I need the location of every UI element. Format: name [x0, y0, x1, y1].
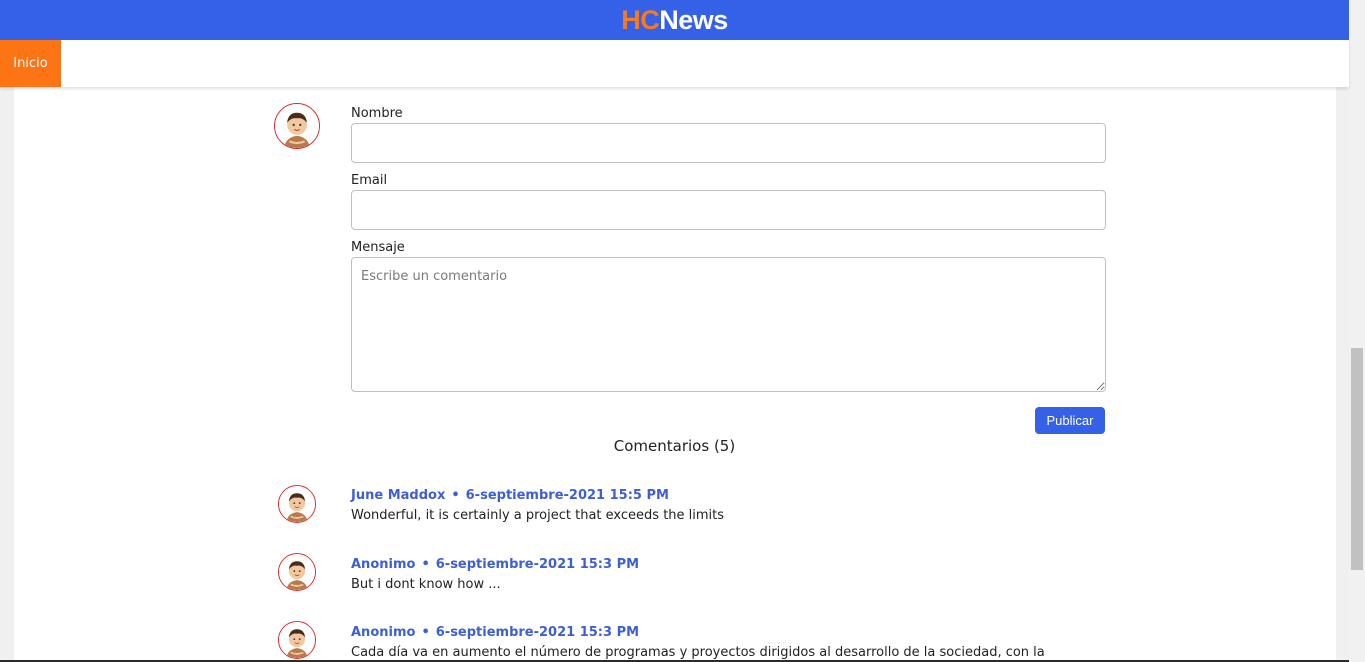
name-input[interactable] [351, 123, 1106, 163]
comment-meta: June Maddox • 6-septiembre-2021 15:5 PM [351, 488, 669, 503]
comments-title: Comentarios (5) [613, 437, 736, 455]
comment-text: Cada día va en aumento el número de prog… [351, 645, 1045, 660]
comment-meta: Anonimo • 6-septiembre-2021 15:3 PM [351, 557, 639, 572]
user-avatar-icon [278, 485, 316, 523]
separator-dot: • [421, 557, 430, 572]
comment-text: Wonderful, it is certainly a project tha… [351, 508, 725, 523]
comment-author[interactable]: Anonimo [351, 557, 415, 572]
comment-text: But i dont know how ... [351, 577, 501, 592]
publish-button[interactable]: Publicar [1035, 407, 1105, 434]
email-label: Email [351, 173, 388, 188]
comment-author[interactable]: June Maddox [351, 488, 445, 503]
email-input[interactable] [351, 190, 1106, 230]
comment-date: 6-septiembre-2021 15:3 PM [435, 557, 640, 572]
separator-dot: • [421, 625, 430, 640]
message-label: Mensaje [351, 240, 405, 255]
main-nav: Inicio [0, 40, 1349, 87]
user-avatar-icon [278, 621, 316, 659]
top-header: HCNews [0, 0, 1349, 40]
comment-date: 6-septiembre-2021 15:5 PM [465, 488, 669, 503]
separator-dot: • [451, 488, 460, 503]
name-label: Nombre [351, 106, 403, 121]
comment-author[interactable]: Anonimo [351, 625, 415, 640]
comment-meta: Anonimo • 6-septiembre-2021 15:3 PM [351, 625, 639, 640]
message-textarea[interactable] [351, 257, 1106, 392]
user-avatar-icon [278, 553, 316, 591]
comment-date: 6-septiembre-2021 15:3 PM [435, 625, 640, 640]
user-avatar-icon [274, 103, 320, 149]
scrollbar-thumb[interactable] [1351, 348, 1363, 570]
site-logo[interactable]: HCNews [621, 5, 728, 36]
nav-item-inicio[interactable]: Inicio [0, 40, 61, 87]
